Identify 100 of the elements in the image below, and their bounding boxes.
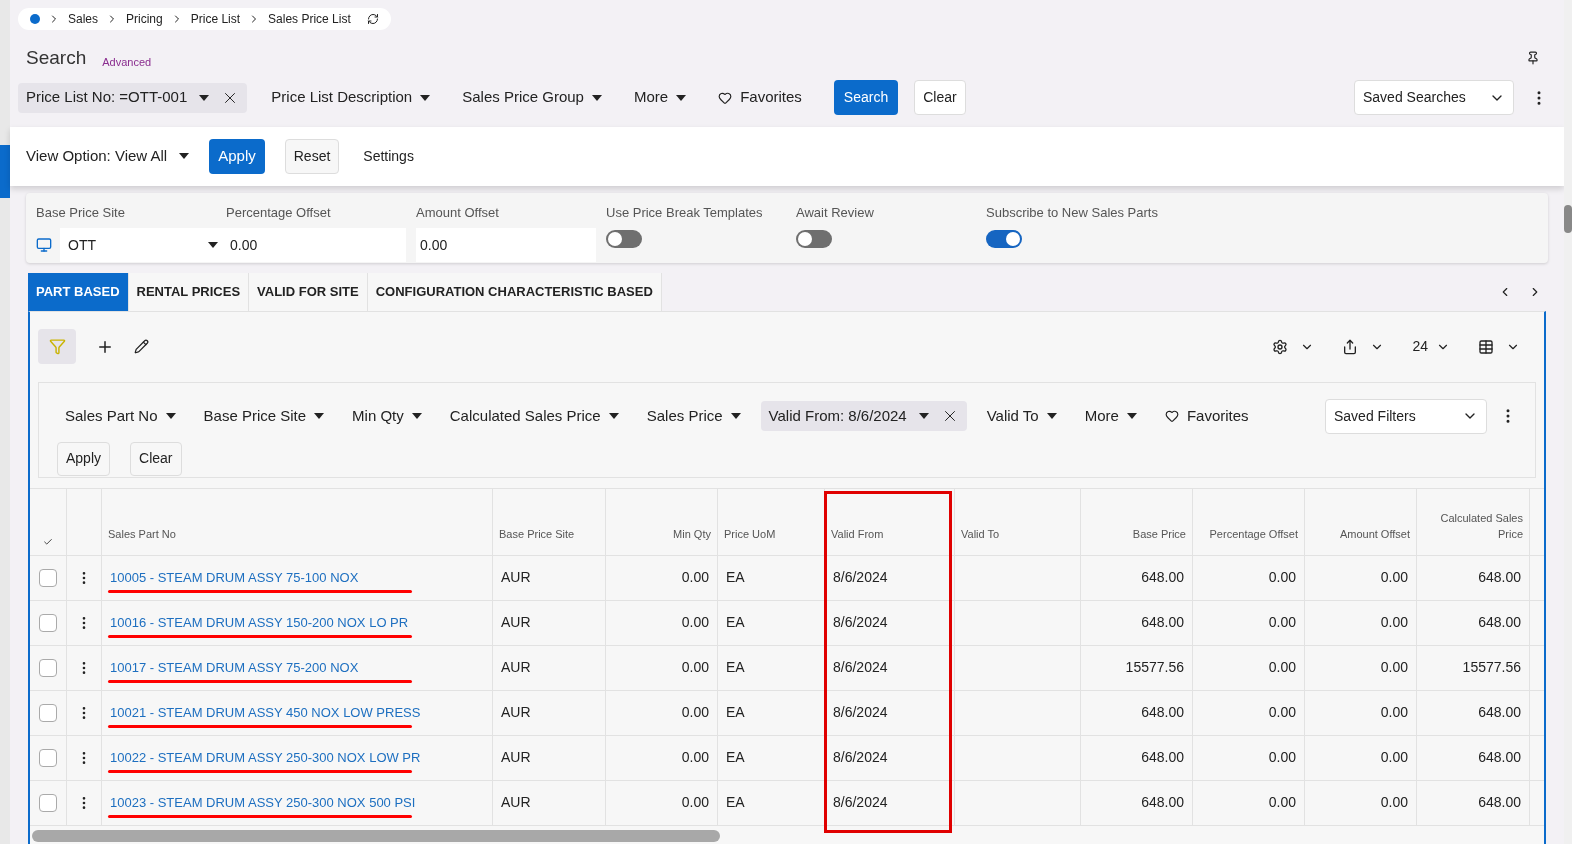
settings-button[interactable]: Settings (359, 145, 418, 167)
input-field[interactable]: 0.00 (226, 228, 406, 262)
settings-icon[interactable] (1272, 338, 1289, 355)
caret-icon (199, 94, 210, 101)
table-cell-text: 15577.56 (1462, 658, 1521, 677)
filter-chip[interactable]: Price List No: =OTT-001 (18, 82, 248, 113)
table-cell-text: EA (726, 748, 745, 767)
filter-dropdown[interactable]: More (1076, 401, 1145, 431)
filter-toggle-button[interactable] (38, 329, 76, 364)
sidebar-indicator (0, 145, 10, 198)
saved-searches-dropdown[interactable]: Saved Searches (1354, 80, 1514, 115)
filter-dropdown[interactable]: Min Qty (344, 401, 430, 431)
toggle-switch[interactable] (986, 230, 1022, 248)
heart-icon (718, 90, 733, 105)
horizontal-scrollbar[interactable] (32, 830, 720, 842)
toggle-switch[interactable] (796, 230, 832, 248)
part-link[interactable]: 10016 - STEAM DRUM ASSY 150-200 NOX LO PR (110, 612, 409, 633)
column-header[interactable]: Base Price (1132, 526, 1186, 543)
row-checkbox[interactable] (39, 613, 57, 632)
table-cell-text: EA (726, 658, 745, 677)
row-checkbox[interactable] (39, 703, 57, 722)
column-header[interactable]: Valid To (961, 526, 1000, 543)
advanced-link[interactable]: Advanced (102, 54, 152, 71)
input-field[interactable]: 0.00 (416, 228, 596, 262)
filter-dropdown[interactable]: Sales Part No (57, 401, 184, 431)
saved-filters-dropdown[interactable]: Saved Filters (1325, 398, 1487, 434)
table-cell-text: 0.00 (681, 703, 709, 722)
column-header[interactable]: Amount Offset (1339, 526, 1410, 543)
filter-dropdown[interactable]: Base Price Site (195, 401, 333, 431)
favorites-button[interactable]: Favorites (710, 82, 810, 113)
column-header[interactable]: Min Qty (673, 526, 711, 543)
table-layout-icon[interactable] (1478, 338, 1494, 355)
column-header[interactable]: Percentage Offset (1209, 526, 1298, 543)
part-link[interactable]: 10017 - STEAM DRUM ASSY 75-200 NOX (110, 657, 359, 678)
field-label: Base Price Site (36, 203, 126, 222)
toggle-switch[interactable] (606, 230, 642, 248)
edit-icon[interactable] (134, 339, 149, 354)
table-cell-text: 0.00 (1268, 748, 1296, 767)
apply-button[interactable]: Apply (57, 441, 111, 476)
filter-dropdown[interactable]: Sales Price (638, 401, 749, 431)
caret-icon (411, 413, 422, 419)
refresh-icon[interactable] (366, 13, 379, 25)
table-cell-text: AUR (501, 748, 531, 767)
caret-icon (591, 94, 602, 101)
page-size-dropdown[interactable]: 24 (1412, 336, 1450, 357)
row-checkbox[interactable] (39, 793, 57, 812)
column-header[interactable]: Sales Part No (108, 526, 176, 543)
part-link[interactable]: 10022 - STEAM DRUM ASSY 250-300 NOX LOW PR (110, 747, 421, 768)
table-cell-text: 0.00 (681, 748, 709, 767)
favorites-button[interactable]: Favorites (1156, 401, 1257, 431)
table-cell-text: 648.00 (1141, 793, 1184, 812)
breadcrumb-link[interactable]: Pricing (126, 10, 163, 28)
filter-dropdown[interactable]: Price List Description (263, 82, 439, 113)
table-cell-text: 648.00 (1141, 703, 1184, 722)
caret-icon (730, 413, 741, 419)
export-icon[interactable] (1342, 338, 1359, 355)
table-cell-text: 0.00 (681, 658, 709, 677)
table-cell-text: 0.00 (1380, 703, 1408, 722)
table-cell-text: 8/6/2024 (833, 703, 888, 722)
reset-button[interactable]: Reset (284, 138, 340, 174)
select-all-check-icon[interactable] (43, 536, 53, 547)
search-button[interactable]: Search (833, 80, 899, 115)
caret-icon (676, 94, 687, 101)
column-header[interactable]: Price UoM (724, 526, 776, 543)
row-checkbox[interactable] (39, 658, 57, 677)
table-cell-text: AUR (501, 568, 531, 587)
tab[interactable]: VALID FOR SITE (249, 272, 368, 311)
clear-button[interactable]: Clear (914, 80, 966, 115)
filter-dropdown[interactable]: Valid To (978, 401, 1065, 431)
tab[interactable]: CONFIGURATION CHARACTERISTIC BASED (367, 272, 662, 311)
site-dropdown[interactable]: OTT (60, 228, 226, 262)
filter-dropdown[interactable]: Calculated Sales Price (441, 401, 627, 431)
field-label: Amount Offset (416, 203, 500, 222)
caret-icon (1126, 413, 1137, 419)
table-cell-text: 648.00 (1478, 568, 1521, 587)
column-header[interactable]: Calculated Sales Price (1423, 509, 1523, 543)
filter-chip[interactable]: Valid From: 8/6/2024 (760, 401, 967, 431)
tab[interactable]: RENTAL PRICES (128, 272, 250, 311)
apply-button[interactable]: Apply (209, 138, 265, 174)
vertical-scrollbar[interactable] (1564, 205, 1572, 233)
filter-dropdown[interactable]: More (625, 82, 695, 113)
part-link[interactable]: 10023 - STEAM DRUM ASSY 250-300 NOX 500 PSI (110, 792, 416, 813)
row-checkbox[interactable] (39, 748, 57, 767)
toggle-label: Await Review (796, 203, 875, 222)
caret-icon (165, 413, 176, 419)
filter-dropdown[interactable]: Sales Price Group (454, 82, 610, 113)
row-checkbox[interactable] (39, 568, 57, 587)
part-link[interactable]: 10021 - STEAM DRUM ASSY 450 NOX LOW PRESS (110, 702, 421, 723)
tab[interactable]: PART BASED (28, 272, 129, 311)
breadcrumb-link[interactable]: Price List (190, 10, 241, 28)
breadcrumb-link[interactable]: Sales (68, 10, 99, 28)
part-link[interactable]: 10005 - STEAM DRUM ASSY 75-100 NOX (110, 567, 359, 588)
column-header[interactable]: Valid From (831, 526, 884, 543)
view-option-dropdown[interactable]: View Option: View All (26, 144, 190, 168)
table-cell-text: 648.00 (1478, 748, 1521, 767)
breadcrumb-link[interactable]: Sales Price List (268, 10, 351, 28)
pin-icon[interactable] (1526, 50, 1540, 65)
clear-button[interactable]: Clear (130, 441, 182, 476)
column-header[interactable]: Base Price Site (499, 526, 575, 543)
table-cell-text: 648.00 (1478, 613, 1521, 632)
